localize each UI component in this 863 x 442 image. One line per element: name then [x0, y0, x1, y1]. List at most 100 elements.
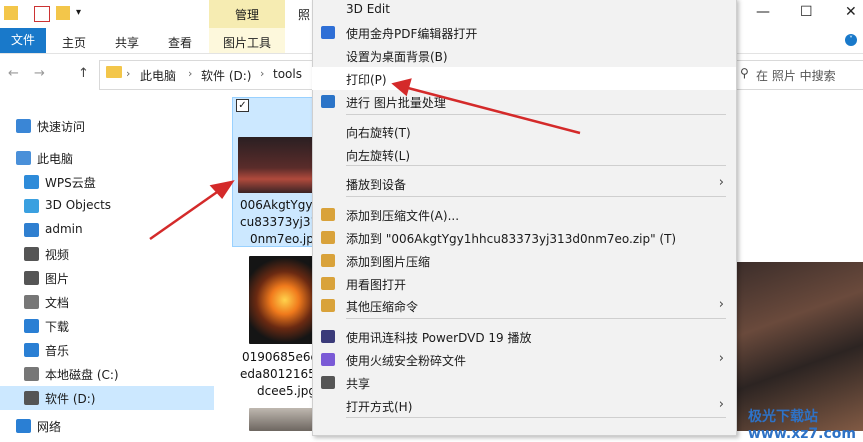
maximize-button[interactable]: ☐: [800, 4, 813, 20]
sidebar-item-label: 3D Objects: [45, 198, 112, 212]
context-menu-item[interactable]: 向右旋转(T): [312, 120, 736, 143]
context-menu-item[interactable]: 添加到 "006AkgtYgy1hhcu83373yj313d0nm7eo.zi…: [312, 226, 736, 249]
sidebar-item[interactable]: 网络: [0, 414, 214, 438]
sidebar-item[interactable]: 此电脑: [0, 146, 214, 170]
context-menu-item[interactable]: 使用金舟PDF编辑器打开: [312, 21, 736, 44]
music-icon: [24, 343, 39, 357]
sidebar-item[interactable]: 下载: [0, 314, 214, 338]
archive-icon: [321, 277, 335, 290]
context-menu-item[interactable]: 3D Edit: [312, 0, 736, 21]
drive-icon: [24, 367, 39, 381]
context-menu-item[interactable]: 进行 图片批量处理: [312, 90, 736, 113]
context-menu-item[interactable]: 用看图打开: [312, 272, 736, 295]
sidebar-item-label: 快速访问: [37, 120, 86, 134]
forward-button[interactable]: →: [34, 66, 45, 81]
properties-icon[interactable]: [34, 6, 50, 22]
video-icon: [24, 247, 39, 261]
tab-share[interactable]: 共享: [115, 34, 139, 51]
tab-view[interactable]: 查看: [168, 34, 192, 51]
breadcrumb-separator: ›: [188, 67, 193, 80]
context-menu-item[interactable]: 打开方式(H) ›: [312, 394, 736, 417]
context-menu-item[interactable]: 向左旋转(L): [312, 143, 736, 166]
manage-tab-label: 管理: [234, 8, 259, 22]
back-button[interactable]: ←: [8, 66, 19, 81]
context-menu-item[interactable]: 使用讯连科技 PowerDVD 19 播放: [312, 325, 736, 348]
context-menu-item[interactable]: 添加到压缩文件(A)...: [312, 203, 736, 226]
context-menu-item[interactable]: 打印(P): [312, 67, 736, 90]
search-placeholder: 在 照片 中搜索: [756, 69, 836, 83]
sidebar-item[interactable]: 3D Objects: [0, 194, 214, 218]
context-menu-item-label: 用看图打开: [346, 278, 407, 292]
up-button[interactable]: ↑: [78, 66, 89, 81]
drive-icon: [24, 391, 39, 405]
download-icon: [24, 319, 39, 333]
image-thumbnail[interactable]: [249, 408, 314, 431]
cube-icon: [24, 199, 39, 213]
breadcrumb-this-pc[interactable]: 此电脑: [140, 67, 176, 84]
sidebar-item[interactable]: 本地磁盘 (C:): [0, 362, 214, 386]
cloud-icon: [24, 175, 39, 189]
context-menu-item-label: 3D Edit: [346, 2, 390, 16]
sidebar-item[interactable]: WPS云盘: [0, 170, 214, 194]
breadcrumb-separator: ›: [260, 67, 265, 80]
sidebar-item-label: 下载: [45, 320, 70, 334]
context-menu-item-label: 播放到设备: [346, 178, 407, 192]
context-menu-item-label: 设置为桌面背景(B): [346, 50, 448, 64]
context-menu-item[interactable]: 播放到设备 ›: [312, 172, 736, 195]
sidebar-item[interactable]: 软件 (D:): [0, 386, 214, 410]
window-title: 照: [298, 8, 311, 22]
context-menu-item[interactable]: 使用火绒安全粉碎文件 ›: [312, 348, 736, 371]
sidebar-item[interactable]: admin: [0, 218, 214, 242]
sidebar-item[interactable]: 音乐: [0, 338, 214, 362]
breadcrumb-drive-d[interactable]: 软件 (D:): [201, 67, 251, 84]
tab-home[interactable]: 主页: [62, 34, 86, 51]
sidebar-item-label: 软件 (D:): [45, 392, 96, 406]
context-menu-item-label: 使用讯连科技 PowerDVD 19 播放: [346, 331, 532, 345]
context-menu-item-label: 打印(P): [346, 73, 387, 87]
context-menu-item[interactable]: 其他压缩命令 ›: [312, 294, 736, 317]
search-icon: ⚲: [740, 66, 749, 80]
customize-quick-access-icon[interactable]: ▾: [76, 7, 81, 18]
context-menu-item-label: 使用火绒安全粉碎文件: [346, 354, 467, 368]
context-menu-item[interactable]: 添加到图片压缩: [312, 249, 736, 272]
menu-separator: [346, 417, 726, 418]
folder-icon: [106, 66, 122, 78]
context-menu-item-label: 向左旋转(L): [346, 149, 411, 163]
menu-separator: [346, 114, 726, 115]
image-thumbnail[interactable]: [249, 256, 314, 344]
breadcrumb-tools[interactable]: tools: [273, 67, 302, 81]
folder-icon[interactable]: [4, 6, 18, 20]
sidebar-item[interactable]: 图片: [0, 266, 214, 290]
context-menu-item[interactable]: 设置为桌面背景(B): [312, 44, 736, 67]
tab-picture-tools[interactable]: 图片工具: [223, 34, 271, 51]
computer-icon: [16, 151, 31, 165]
minimize-button[interactable]: —: [756, 4, 770, 20]
tab-file[interactable]: 文件: [0, 28, 46, 53]
context-menu-item-label: 添加到压缩文件(A)...: [346, 209, 460, 223]
context-menu-item-label: 使用金舟PDF编辑器打开: [346, 27, 478, 41]
ribbon-expand-icon[interactable]: ˅: [845, 34, 857, 46]
pdf-editor-icon: [321, 26, 335, 39]
context-menu-item-label: 向右旋转(T): [346, 126, 411, 140]
sidebar-item[interactable]: 视频: [0, 242, 214, 266]
close-button[interactable]: ✕: [845, 4, 857, 20]
document-icon: [24, 295, 39, 309]
file-name-line: cu83373yj31: [240, 215, 314, 229]
archive-icon: [321, 231, 335, 244]
context-menu-item[interactable]: 共享: [312, 371, 736, 394]
submenu-arrow-icon: ›: [718, 175, 724, 190]
file-name-line: eda8012165: [240, 367, 314, 381]
sidebar-item-label: 音乐: [45, 344, 70, 358]
watermark: 极光下载站 www.xz7.com: [748, 409, 856, 442]
sidebar-item-label: 文档: [45, 296, 70, 310]
new-folder-icon[interactable]: [56, 6, 70, 20]
file-checkbox[interactable]: ✓: [236, 99, 249, 112]
context-menu-item-label: 进行 图片批量处理: [346, 96, 446, 110]
file-name-line: 0nm7eo.jp: [250, 232, 314, 246]
image-thumbnail[interactable]: [238, 137, 314, 193]
sidebar-item[interactable]: 快速访问: [0, 114, 214, 138]
batch-image-icon: [321, 95, 335, 108]
powerdvd-icon: [321, 330, 335, 343]
submenu-arrow-icon: ›: [718, 351, 724, 366]
sidebar-item[interactable]: 文档: [0, 290, 214, 314]
